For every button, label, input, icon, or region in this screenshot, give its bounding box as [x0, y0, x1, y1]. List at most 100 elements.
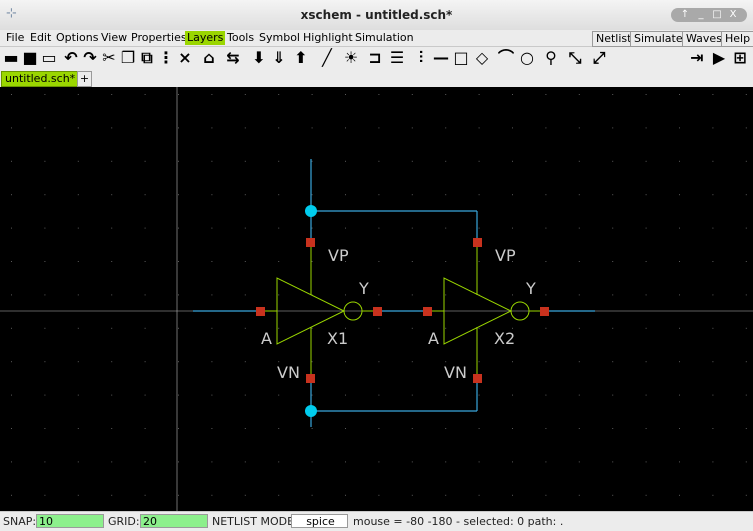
grid-dot [411, 494, 413, 496]
grid-input[interactable]: 20 [140, 514, 208, 528]
grid-dot [411, 94, 413, 95]
window-minimize-button[interactable]: _ [693, 8, 709, 22]
grid-dot [578, 294, 580, 296]
grid-dot [44, 94, 46, 95]
grid-dot [345, 361, 346, 363]
zoom-in-icon[interactable]: ⤡ [566, 49, 584, 67]
swap-icon[interactable]: ⇆ [224, 49, 242, 67]
grid-dot [645, 327, 647, 329]
menu-tools[interactable]: Tools [225, 31, 256, 45]
ascend-icon[interactable]: ⬆ [292, 49, 310, 67]
descend-icon[interactable]: ⇓ [270, 49, 288, 67]
undo-icon[interactable]: ↶ [62, 49, 80, 67]
grid-dot [144, 94, 146, 95]
menu-highlight[interactable]: Highlight [301, 31, 355, 45]
open-icon[interactable]: ▬ [2, 49, 20, 67]
place-symbol-icon[interactable]: ⌂ [200, 49, 218, 67]
bus-icon[interactable]: ☰ [388, 49, 406, 67]
grid-dot [378, 94, 380, 95]
netlist-mode-value[interactable]: spice [291, 514, 348, 528]
zoom-out-icon[interactable]: ⤢ [590, 49, 608, 67]
insert-icon[interactable]: ⇥ [688, 49, 706, 67]
grid-dot [244, 127, 246, 129]
grid-dot [478, 194, 480, 196]
instance-x2[interactable]: VP Y A X2 VN [423, 238, 549, 383]
simulate-button[interactable]: Simulate [630, 31, 687, 47]
menu-symbol[interactable]: Symbol [257, 31, 302, 45]
run-icon[interactable]: ▶ [710, 49, 728, 67]
menu-properties[interactable]: Properties [129, 31, 189, 45]
paste-icon[interactable]: ⧉ [138, 49, 156, 67]
grid-dot [11, 494, 12, 496]
grid-dot [445, 127, 447, 129]
grid-dot [11, 428, 12, 429]
grid-dot [44, 194, 46, 196]
grid-dot [512, 494, 513, 496]
snap-input[interactable]: 10 [36, 514, 104, 528]
grid-dot [545, 227, 547, 229]
menu-view[interactable]: View [99, 31, 129, 45]
arc-icon[interactable]: ⌒ [497, 49, 515, 67]
grid-dot [345, 227, 346, 229]
wire-icon[interactable]: ╱ [318, 49, 336, 67]
circle-icon[interactable]: ○ [518, 49, 536, 67]
junction-vp [305, 205, 317, 217]
grid-dot [311, 127, 313, 129]
menu-layers[interactable]: Layers [185, 31, 226, 45]
grid-dot [111, 194, 113, 196]
copy-icon[interactable]: ❐ [119, 49, 137, 67]
instance-x1[interactable]: VP Y A X1 VN [256, 238, 382, 383]
grid-dot [278, 428, 280, 429]
delete-x-icon[interactable]: × [176, 49, 194, 67]
grid-dot [111, 261, 113, 262]
net-label-icon[interactable]: ⊐ [366, 49, 384, 67]
grid-dot [278, 394, 280, 396]
window-close-button[interactable]: X [725, 8, 741, 22]
grid-dot [411, 261, 413, 262]
waves-button[interactable]: Waves [682, 31, 726, 47]
push-icon[interactable]: ⬇ [250, 49, 268, 67]
grid-dot [712, 94, 714, 95]
highlight-net-icon[interactable]: ☀ [342, 49, 360, 67]
window-raise-button[interactable]: ↑ [677, 8, 693, 22]
help-button[interactable]: Help [721, 31, 753, 47]
grid-dot [244, 428, 246, 429]
x2-label-name: X2 [494, 329, 515, 348]
window-maximize-button[interactable]: □ [709, 8, 725, 22]
polygon-icon[interactable]: ◇ [473, 49, 491, 67]
tab-untitled[interactable]: untitled.sch* [1, 71, 80, 87]
grid-dot [612, 194, 614, 196]
new-schematic-icon[interactable]: ▭ [40, 49, 58, 67]
pin-icon[interactable]: ⫶ [412, 49, 430, 67]
grid-dot [679, 327, 680, 329]
menu-simulation[interactable]: Simulation [353, 31, 416, 45]
grid-dot [11, 194, 12, 196]
menu-options[interactable]: Options [54, 31, 100, 45]
menu-file[interactable]: File [4, 31, 26, 45]
rect-icon[interactable]: □ [452, 49, 470, 67]
grid-dot [578, 327, 580, 329]
line-icon[interactable]: — [432, 49, 450, 67]
grid-dot [612, 261, 614, 262]
add-tab-button[interactable]: + [77, 71, 92, 87]
grid-dot [244, 94, 246, 95]
schematic-canvas[interactable]: VP Y A X1 VN VP Y A X2 VN [0, 87, 753, 511]
save-icon[interactable]: ■ [21, 49, 39, 67]
schematic-svg[interactable]: VP Y A X1 VN VP Y A X2 VN [0, 87, 753, 511]
grid-dots [11, 94, 747, 496]
search-icon[interactable]: ⚲ [542, 49, 560, 67]
grid-dot [445, 327, 447, 329]
netlist-button[interactable]: Netlist [592, 31, 636, 47]
grid-dot [211, 494, 213, 496]
cut-icon[interactable]: ✂ [100, 49, 118, 67]
x1-label-vp: VP [328, 246, 349, 265]
grid-dot [77, 194, 79, 196]
grid-dot [411, 160, 413, 162]
grid-dot [211, 94, 213, 95]
grid-dot [11, 227, 12, 229]
waves-icon[interactable]: ⊞ [731, 49, 749, 67]
menu-edit[interactable]: Edit [28, 31, 53, 45]
grid-dot [445, 428, 447, 429]
redo-icon[interactable]: ↷ [81, 49, 99, 67]
delete-icon[interactable]: ⋮ [157, 49, 175, 67]
